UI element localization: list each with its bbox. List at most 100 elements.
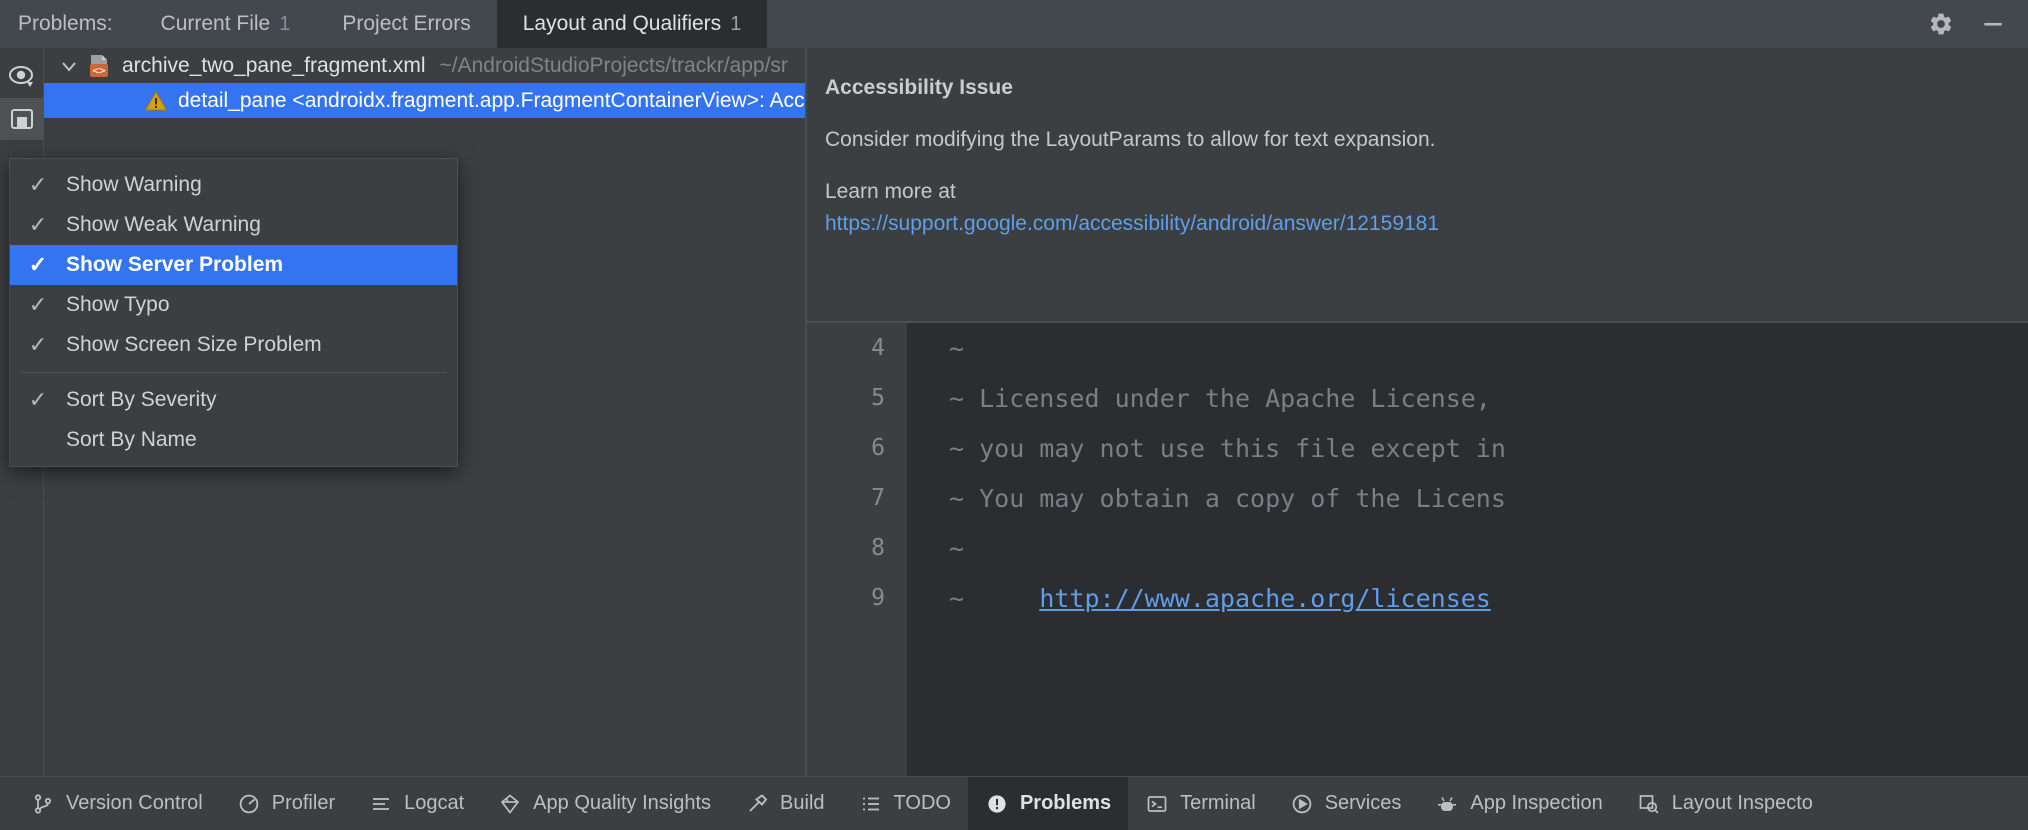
svg-text:<>: <> [92,64,106,77]
line-number: 5 [807,373,907,423]
code-line: ~ [949,323,2028,373]
check-icon: ✓ [10,292,66,318]
tabbar-spacer [767,0,1918,48]
problems-main-area: <> archive_two_pane_fragment.xml ~/Andro… [0,48,2028,776]
bottom-item-todo[interactable]: TODO [842,777,968,830]
problem-detail-panel: Accessibility Issue Consider modifying t… [807,48,2028,321]
menu-item-show-server-problem[interactable]: ✓ Show Server Problem [10,245,457,285]
menu-item-label: Show Server Problem [66,253,283,277]
tab-current-file-count: 1 [279,13,290,36]
check-icon: ✓ [10,212,66,238]
services-play-icon [1290,792,1314,816]
bottom-item-label: Problems [1020,792,1111,815]
menu-item-show-typo[interactable]: ✓ Show Typo [10,285,457,325]
profiler-icon [237,792,261,816]
menu-item-sort-by-name[interactable]: Sort By Name [10,420,457,460]
tool-window-title: Problems: [0,0,135,48]
bottom-item-label: Logcat [404,792,464,815]
menu-separator [20,372,447,373]
bottom-item-label: Profiler [272,792,335,815]
problems-tool-window-tabbar: Problems: Current File 1 Project Errors … [0,0,2028,48]
menu-item-label: Show Typo [66,293,170,317]
bottom-item-problems[interactable]: Problems [968,777,1128,830]
check-icon: ✓ [10,172,66,198]
bottom-item-build[interactable]: Build [728,777,841,830]
bottom-item-logcat[interactable]: Logcat [352,777,481,830]
tab-layout-and-qualifiers[interactable]: Layout and Qualifiers 1 [497,0,768,48]
branch-icon [31,792,55,816]
menu-item-label: Sort By Name [66,428,197,452]
code-preview-editor[interactable]: 4 5 6 7 8 9 ~ ~ Licensed under the Apach… [807,323,2028,776]
chevron-down-icon[interactable] [58,55,80,77]
code-line: ~ http://www.apache.org/licenses [949,573,2028,623]
tab-current-file-label: Current File [161,12,271,36]
layout-inspector-icon [1637,792,1661,816]
bottom-item-label: Terminal [1180,792,1256,815]
menu-item-label: Show Screen Size Problem [66,333,322,357]
menu-item-sort-by-severity[interactable]: ✓ Sort By Severity [10,380,457,420]
preview-eye-icon[interactable] [0,56,44,98]
bottom-item-app-quality-insights[interactable]: App Quality Insights [481,777,728,830]
bottom-item-label: Services [1325,792,1402,815]
terminal-icon [1145,792,1169,816]
warning-triangle-icon [144,89,168,113]
line-number: 9 [807,573,907,623]
app-inspection-icon [1435,792,1459,816]
tab-layout-and-qualifiers-label: Layout and Qualifiers [523,12,721,36]
editor-gutter: 4 5 6 7 8 9 [807,323,907,776]
xml-file-icon: <> [86,53,112,79]
line-number: 4 [807,323,907,373]
menu-item-show-weak-warning[interactable]: ✓ Show Weak Warning [10,205,457,245]
detail-description: Consider modifying the LayoutParams to a… [825,126,1994,154]
tree-problem-text: detail_pane <androidx.fragment.app.Fragm… [178,89,805,113]
check-icon: ✓ [10,332,66,358]
bottom-item-layout-inspector[interactable]: Layout Inspecto [1620,777,1830,830]
detail-documentation-link[interactable]: https://support.google.com/accessibility… [825,212,1439,235]
tree-file-name: archive_two_pane_fragment.xml [122,54,426,78]
bottom-item-profiler[interactable]: Profiler [220,777,352,830]
settings-gear-icon[interactable] [1928,11,1954,37]
bottom-item-label: Version Control [66,792,203,815]
code-line: ~ You may obtain a copy of the Licens [949,473,2028,523]
bottom-item-label: Layout Inspecto [1672,792,1813,815]
tree-row-file[interactable]: <> archive_two_pane_fragment.xml ~/Andro… [44,48,805,83]
line-number: 7 [807,473,907,523]
bottom-item-label: App Inspection [1470,792,1602,815]
bottom-item-app-inspection[interactable]: App Inspection [1418,777,1619,830]
editor-code-area[interactable]: ~ ~ Licensed under the Apache License, ~… [907,323,2028,776]
code-line: ~ you may not use this file except in [949,423,2028,473]
menu-item-label: Sort By Severity [66,388,217,412]
menu-item-show-warning[interactable]: ✓ Show Warning [10,165,457,205]
line-number: 6 [807,423,907,473]
minimize-icon[interactable] [1980,11,2006,37]
bottom-item-label: App Quality Insights [533,792,711,815]
severity-filter-popup-menu[interactable]: ✓ Show Warning ✓ Show Weak Warning ✓ Sho… [9,158,458,467]
tab-list: Problems: Current File 1 Project Errors … [0,0,767,48]
layout-inspector-icon[interactable] [0,98,44,140]
tree-file-path: ~/AndroidStudioProjects/trackr/app/sr [440,54,788,78]
tab-project-errors[interactable]: Project Errors [316,0,496,48]
bottom-item-label: TODO [894,792,951,815]
problems-icon [985,792,1009,816]
tab-current-file[interactable]: Current File 1 [135,0,317,48]
code-line-prefix: ~ [949,584,1039,613]
code-line: ~ [949,523,2028,573]
menu-item-label: Show Warning [66,173,202,197]
bottom-item-services[interactable]: Services [1273,777,1419,830]
todo-list-icon [859,792,883,816]
line-number: 8 [807,523,907,573]
code-line-url[interactable]: http://www.apache.org/licenses [1039,584,1491,613]
menu-item-show-screen-size-problem[interactable]: ✓ Show Screen Size Problem [10,325,457,365]
bottom-item-terminal[interactable]: Terminal [1128,777,1273,830]
tree-row-problem[interactable]: detail_pane <androidx.fragment.app.Fragm… [44,83,805,118]
tab-project-errors-label: Project Errors [342,12,470,36]
hammer-icon [745,792,769,816]
bottom-item-version-control[interactable]: Version Control [14,777,220,830]
tab-layout-and-qualifiers-count: 1 [730,13,741,36]
detail-learn-more-label: Learn more at [825,180,1994,204]
check-icon: ✓ [10,252,66,278]
detail-title: Accessibility Issue [825,76,1994,100]
diamond-icon [498,792,522,816]
code-line: ~ Licensed under the Apache License, [949,373,2028,423]
ide-bottom-toolbar: Version Control Profiler Logcat App Qual… [0,776,2028,830]
